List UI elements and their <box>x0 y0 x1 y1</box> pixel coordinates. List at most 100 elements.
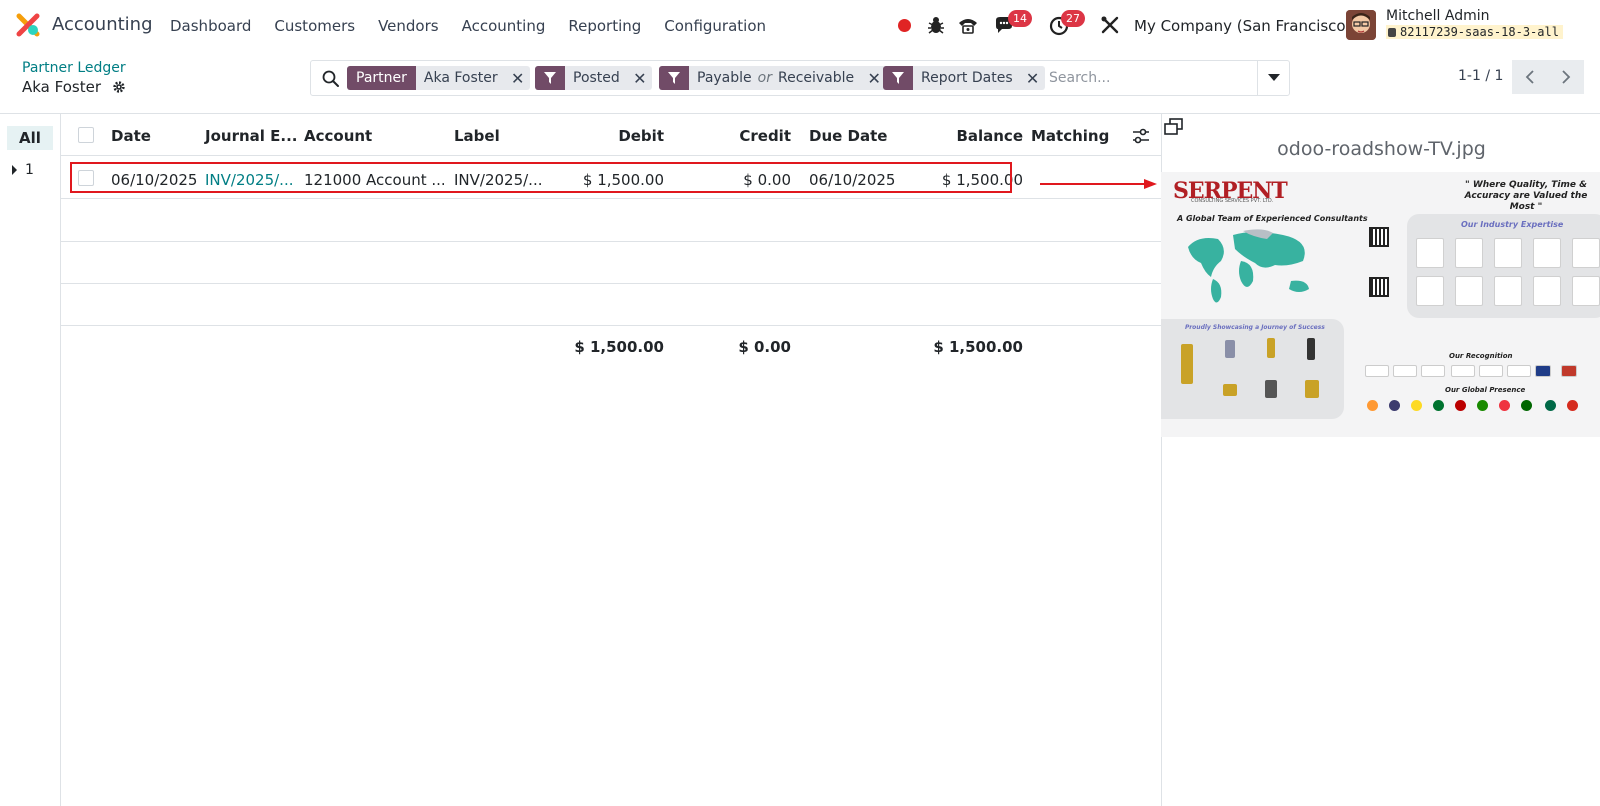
phone-icon[interactable] <box>957 14 979 36</box>
facet-posted-close-icon[interactable]: ✕ <box>628 66 652 90</box>
app-name[interactable]: Accounting <box>52 14 153 35</box>
facet-partner-value: Aka Foster <box>423 70 498 86</box>
table-header: Date Journal E... Account Label Debit Cr… <box>61 114 1161 156</box>
total-balance: $ 1,500.00 <box>933 338 1023 356</box>
tools-icon[interactable] <box>1099 14 1121 36</box>
facet-posted: Posted ✕ <box>535 66 652 90</box>
select-all-checkbox[interactable] <box>78 127 94 143</box>
group-row-label: 1 <box>25 162 34 178</box>
user-avatar[interactable] <box>1346 10 1376 40</box>
empty-row <box>61 200 1161 242</box>
total-debit: $ 1,500.00 <box>574 338 664 356</box>
database-icon <box>1388 28 1396 37</box>
facet-or-joiner: or <box>757 70 772 86</box>
flag-zambia-icon <box>1477 400 1488 411</box>
accounting-app-icon[interactable] <box>16 13 40 37</box>
optional-columns-icon[interactable] <box>1132 128 1150 144</box>
empty-row <box>61 284 1161 326</box>
poster-tagline: " Where Quality, Time & Accuracy are Val… <box>1464 180 1588 212</box>
flag-mexico-icon <box>1545 400 1556 411</box>
column-debit[interactable]: Debit <box>618 127 664 145</box>
industry-tile <box>1455 238 1483 268</box>
table-footer-totals: $ 1,500.00 $ 0.00 $ 1,500.00 <box>61 326 1161 368</box>
attachment-file-name: odoo-roadshow-TV.jpg <box>1277 138 1486 160</box>
poster-team-heading: A Global Team of Experienced Consultants <box>1177 214 1368 223</box>
qr-code-icon <box>1369 227 1389 247</box>
group-all[interactable]: All <box>7 126 53 150</box>
search-bar: Partner Aka Foster ✕ Posted ✕ Payable or… <box>310 60 1290 96</box>
trophy-icon <box>1223 384 1237 396</box>
company-switcher[interactable]: My Company (San Francisco) <box>1134 17 1351 35</box>
column-credit[interactable]: Credit <box>739 127 791 145</box>
flag-singapore-icon <box>1499 400 1510 411</box>
database-name-text: 82117239-saas-18-3-all <box>1400 25 1559 39</box>
group-row[interactable]: 1 <box>12 162 34 178</box>
trophy-icon <box>1181 344 1193 384</box>
user-name[interactable]: Mitchell Admin <box>1386 8 1490 24</box>
chevron-left-icon <box>1525 70 1534 84</box>
facet-report-dates-close-icon[interactable]: ✕ <box>1021 66 1045 90</box>
menu-vendors[interactable]: Vendors <box>378 17 439 35</box>
recognition-logo <box>1479 365 1503 377</box>
trophy-icon <box>1305 380 1319 398</box>
facet-partner: Partner Aka Foster ✕ <box>347 66 530 90</box>
column-account[interactable]: Account <box>304 127 372 145</box>
messages-count-badge: 14 <box>1008 10 1032 27</box>
recording-indicator-icon[interactable] <box>898 19 911 32</box>
column-label[interactable]: Label <box>454 127 500 145</box>
facet-value-payable: Payable <box>697 70 752 86</box>
chevron-right-icon <box>1562 70 1571 84</box>
pager-previous-button[interactable] <box>1512 60 1548 94</box>
menu-reporting[interactable]: Reporting <box>568 17 641 35</box>
record-title-text: Aka Foster <box>22 78 102 96</box>
facet-payable-receivable: Payable or Receivable ✕ <box>659 66 887 90</box>
pager-value[interactable]: 1-1 / 1 <box>1458 68 1503 84</box>
trophy-icon <box>1267 338 1275 358</box>
detach-window-icon[interactable] <box>1164 118 1184 136</box>
industry-tile <box>1494 276 1522 306</box>
bug-icon[interactable] <box>925 14 947 36</box>
search-icon[interactable] <box>321 69 341 89</box>
column-date[interactable]: Date <box>111 127 151 145</box>
avatar-face-icon <box>1346 10 1376 40</box>
search-options-toggle[interactable] <box>1257 61 1289 95</box>
menu-accounting[interactable]: Accounting <box>462 17 546 35</box>
annotation-arrow <box>1040 179 1157 189</box>
recognition-logo <box>1507 365 1531 377</box>
industry-tile <box>1572 238 1600 268</box>
column-balance[interactable]: Balance <box>956 127 1023 145</box>
database-name: 82117239-saas-18-3-all <box>1386 25 1563 39</box>
column-due-date[interactable]: Due Date <box>809 127 887 145</box>
menu-dashboard[interactable]: Dashboard <box>170 17 251 35</box>
column-journal-entry[interactable]: Journal E... <box>205 127 297 145</box>
menu-configuration[interactable]: Configuration <box>664 17 766 35</box>
recognition-logo <box>1365 365 1389 377</box>
facet-partner-close-icon[interactable]: ✕ <box>506 66 530 90</box>
industry-tile <box>1494 238 1522 268</box>
industry-tile <box>1533 276 1561 306</box>
poster-expertise-heading: Our Industry Expertise <box>1461 220 1564 229</box>
column-matching[interactable]: Matching <box>1031 127 1109 145</box>
recognition-logo <box>1535 365 1551 377</box>
breadcrumb-partner-ledger[interactable]: Partner Ledger <box>22 60 126 76</box>
gear-icon[interactable] <box>112 80 126 94</box>
industry-tile <box>1455 276 1483 306</box>
ledger-table: Date Journal E... Account Label Debit Cr… <box>61 114 1161 806</box>
menu-customers[interactable]: Customers <box>274 17 355 35</box>
filter-icon <box>883 66 913 90</box>
pager-next-button[interactable] <box>1548 60 1584 94</box>
industry-tile <box>1533 238 1561 268</box>
recognition-logo <box>1393 365 1417 377</box>
attachment-image[interactable]: SERPENT CONSULTING SERVICES PVT. LTD. " … <box>1161 172 1600 437</box>
flag-uae-icon <box>1433 400 1444 411</box>
poster-recognition-heading: Our Recognition <box>1449 352 1513 360</box>
poster-brand-sub: CONSULTING SERVICES PVT. LTD. <box>1191 198 1274 204</box>
industry-tile <box>1416 276 1444 306</box>
main-menu: Dashboard Customers Vendors Accounting R… <box>170 17 789 35</box>
trophy-icon <box>1307 338 1315 360</box>
activities-count-badge: 27 <box>1061 10 1085 27</box>
control-panel: Partner Ledger Aka Foster Partner Aka Fo… <box>0 52 1600 114</box>
search-input[interactable] <box>1049 68 1249 88</box>
facet-report-dates-value: Report Dates <box>921 70 1013 86</box>
flag-usa-icon <box>1389 400 1400 411</box>
